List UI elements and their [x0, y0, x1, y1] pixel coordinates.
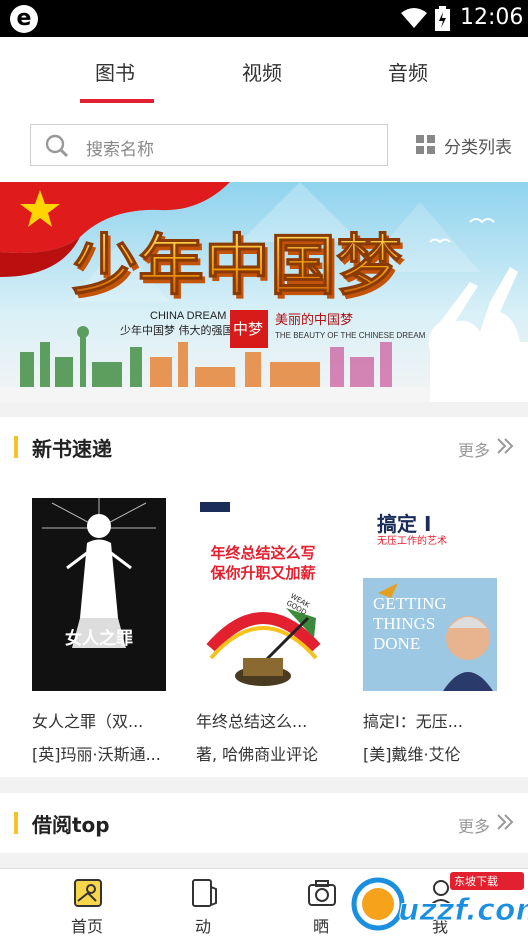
borrow-top-header: 借阅top 更多 [0, 793, 528, 853]
banner-english-right: THE BEAUTY OF THE CHINESE DREAM [275, 331, 426, 340]
tab-books[interactable]: 图书 [95, 57, 135, 101]
banner-headline: 少年中国梦 [72, 227, 402, 304]
book-cover[interactable]: 搞定 I 无压工作的艺术 GETTING THINGS DONE [363, 498, 497, 691]
banner-seal: 中梦 [233, 320, 263, 338]
new-books-header: 新书速递 更多 [0, 417, 528, 477]
section-title: 借阅top [32, 813, 110, 837]
home-icon [74, 879, 102, 907]
promo-banner[interactable]: 少年中国梦 少年中国梦 CHINA DREAM 少年中国梦 伟大的强国梦 中梦 … [0, 182, 528, 402]
clock: 12:06 [460, 5, 524, 30]
book-title[interactable]: 搞定Ⅰ：无压... [363, 708, 503, 732]
book-cover[interactable]: 年终总结这么写 保你升职又加薪 WEAK GOOD [196, 498, 330, 691]
active-tab-indicator [80, 99, 154, 103]
banner-sub-left: 少年中国梦 伟大的强国梦 [120, 323, 245, 337]
camera-icon [308, 880, 336, 906]
double-chevron-right-icon[interactable] [496, 813, 514, 831]
category-list-label: 分类列表 [444, 138, 512, 158]
book-cover-line1: 年终总结这么写 [210, 544, 316, 562]
book-title[interactable]: 年终总结这么... [196, 708, 336, 732]
banner-image: 少年中国梦 少年中国梦 CHINA DREAM 少年中国梦 伟大的强国梦 中梦 … [0, 182, 528, 402]
book-cover-en3: DONE [373, 634, 421, 653]
book-cover-subtitle: 无压工作的艺术 [377, 536, 447, 547]
search-icon [45, 134, 69, 158]
nav-activity-label: 动 [194, 917, 211, 936]
book-author: [美]戴维·艾伦 [363, 745, 461, 764]
section-title: 新书速递 [32, 437, 112, 461]
new-books-list: 女人之罪 女人之罪（双... [英]玛丽·沃斯通... 年终总结这么写 保你升职… [0, 477, 528, 777]
watermark-text: uzzf.com [398, 893, 528, 928]
watermark-logo: 东坡下载 uzzf.com [351, 872, 528, 931]
book-title[interactable]: 女人之罪（双... [32, 708, 172, 732]
book-author: 著, 哈佛商业评论 [196, 745, 319, 764]
book-cover-en2: THINGS [373, 614, 436, 633]
double-chevron-right-icon[interactable] [496, 437, 514, 455]
book-cover-line2: 保你升职又加薪 [210, 564, 316, 582]
nav-activity[interactable]: 动 [158, 869, 248, 940]
search-placeholder: 搜索名称 [86, 140, 154, 160]
more-link[interactable]: 更多 [458, 437, 490, 461]
book-author: [英]玛丽·沃斯通... [32, 745, 161, 764]
status-bar: e 12:06 [0, 0, 528, 37]
battery-icon [435, 6, 450, 31]
tab-audio[interactable]: 音频 [388, 57, 428, 101]
book-cover-title: 女人之罪 [65, 629, 133, 649]
banner-sub-right: 美丽的中国梦 [275, 312, 353, 328]
grid-icon [416, 135, 435, 154]
banner-english-left: CHINA DREAM [150, 310, 226, 322]
section-marker [14, 812, 18, 834]
book-cover-en1: GETTING [373, 594, 447, 613]
section-marker [14, 436, 18, 458]
more-link[interactable]: 更多 [458, 813, 490, 837]
nav-home-label: 首页 [70, 917, 103, 936]
wifi-icon [401, 8, 427, 28]
top-bar: 图书 视频 音频 搜索名称 分类列表 [0, 37, 528, 182]
search-input[interactable]: 搜索名称 [30, 124, 388, 166]
book-cover[interactable]: 女人之罪 [32, 498, 166, 691]
activity-icon [192, 879, 217, 907]
app-logo-icon: e [10, 5, 38, 33]
tab-videos[interactable]: 视频 [242, 57, 282, 101]
nav-home[interactable]: 首页 [42, 869, 132, 940]
watermark-badge: 东坡下载 [454, 875, 498, 888]
